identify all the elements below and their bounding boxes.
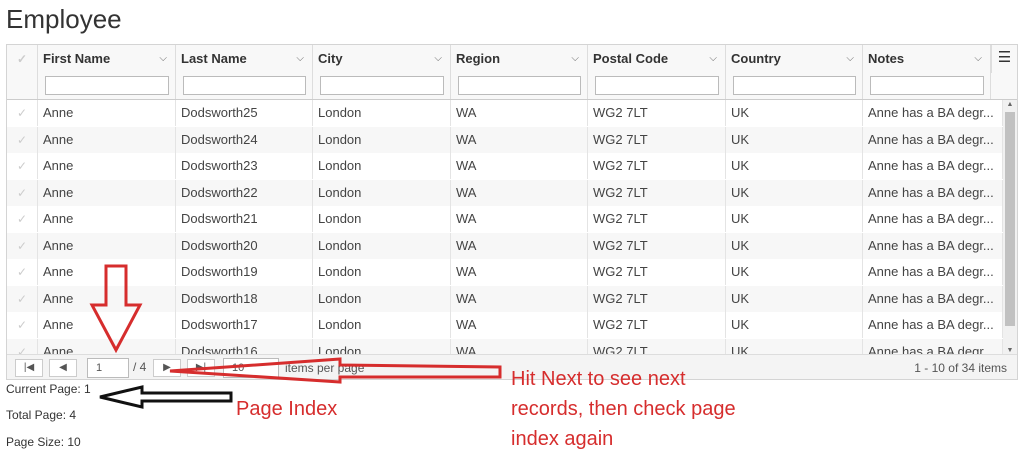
hit-next-annotation-line1: Hit Next to see next (511, 368, 686, 390)
hit-next-annotation-line3: index again (511, 428, 614, 450)
hit-next-annotation-line2: records, then check page (511, 398, 736, 420)
down-arrow-annotation (89, 264, 143, 354)
page-index-annotation: Page Index (236, 398, 338, 420)
next-arrow-annotation (169, 357, 502, 384)
page-index-arrow-annotation (99, 385, 233, 409)
